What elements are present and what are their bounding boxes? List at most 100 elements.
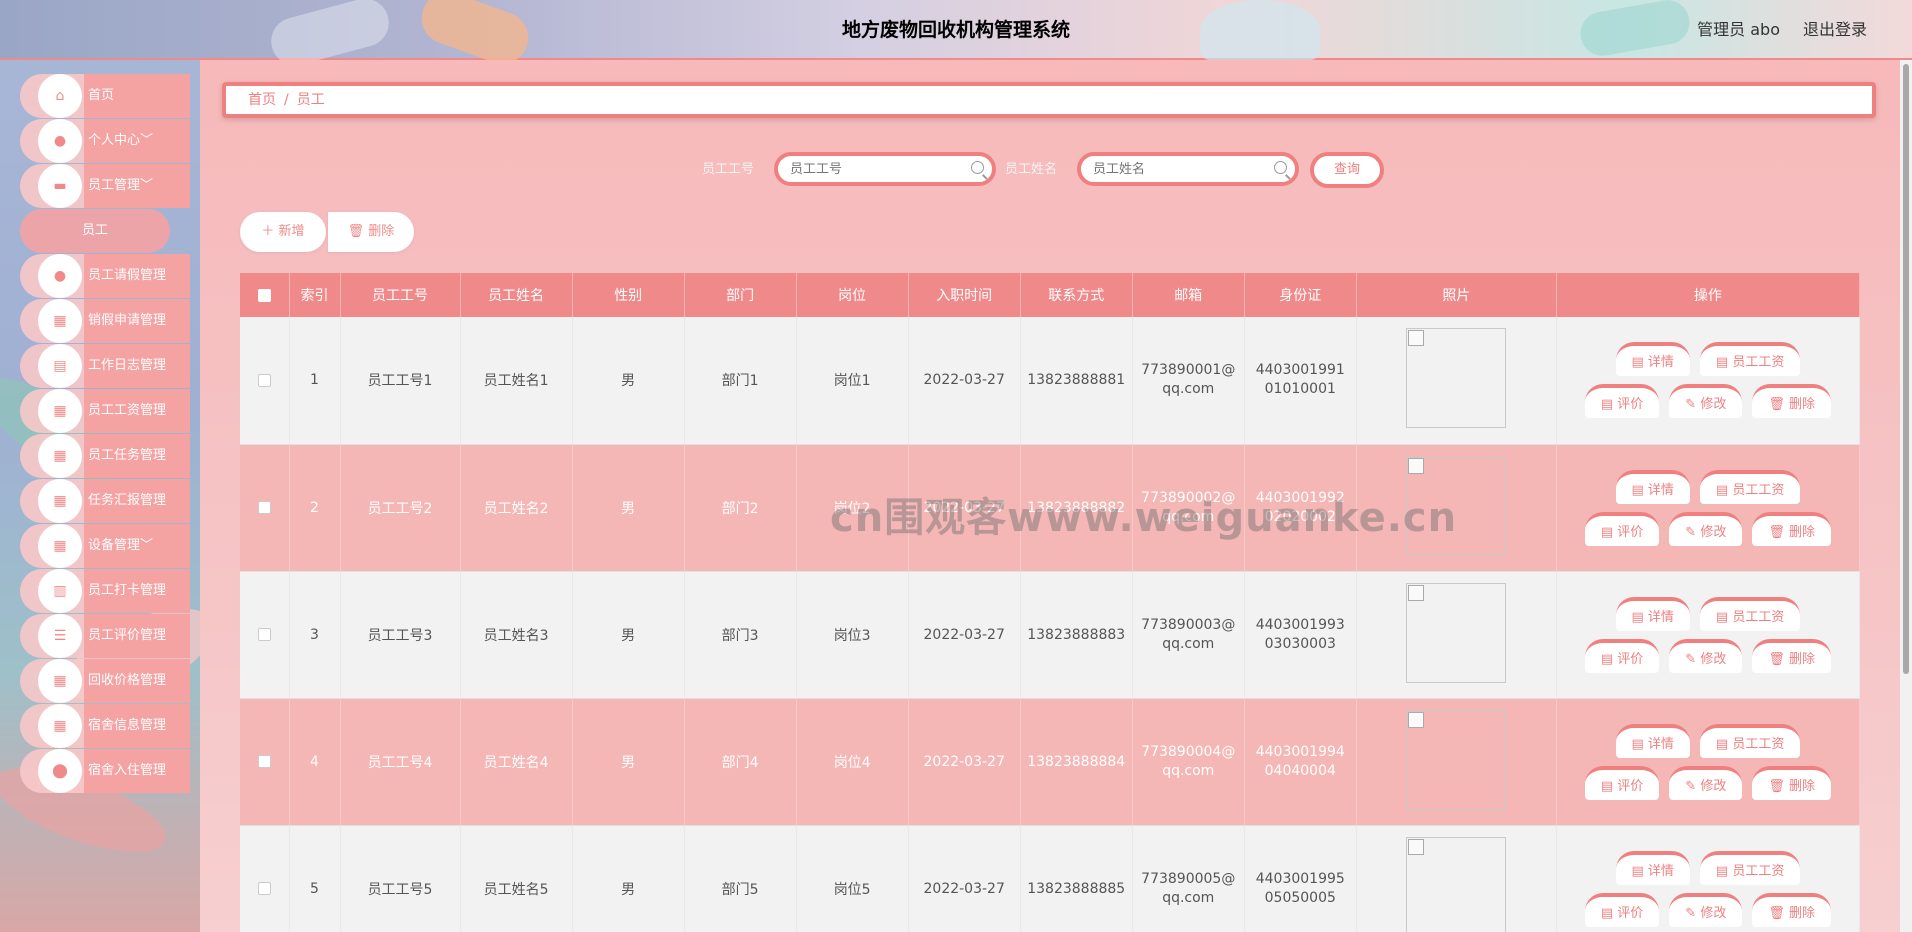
- column-header: 照片: [1356, 273, 1557, 317]
- remove-button[interactable]: 🗑 删除: [1752, 765, 1831, 800]
- salary-button[interactable]: ▤ 员工工资: [1699, 469, 1801, 504]
- select-all-checkbox[interactable]: [257, 288, 271, 302]
- breadcrumb-current: 员工: [296, 92, 325, 108]
- row-select-cell[interactable]: [240, 571, 290, 699]
- detail-button[interactable]: ▤ 详情: [1615, 723, 1690, 758]
- sidebar-item[interactable]: ▦ 销假申请管理: [20, 299, 190, 343]
- row-checkbox[interactable]: [257, 501, 271, 514]
- cell-email: 773890003@qq.com: [1132, 571, 1245, 699]
- table-row[interactable]: 2 员工工号2 员工姓名2 男部门2 岗位2 2022-03-27 13823888882 7…: [240, 444, 1861, 572]
- scrollbar-thumb[interactable]: [1903, 64, 1909, 674]
- add-button[interactable]: ＋ 新增: [240, 212, 326, 252]
- cell-date: 2022-03-27: [908, 317, 1021, 445]
- sidebar-item[interactable]: ⌂ 首页: [20, 74, 190, 118]
- sidebar-item[interactable]: ▦ 回收价格管理: [20, 659, 190, 703]
- detail-button[interactable]: ▤ 详情: [1615, 342, 1690, 377]
- row-checkbox[interactable]: [257, 755, 271, 768]
- sidebar-item[interactable]: ▬ 员工管理﹀: [20, 164, 190, 208]
- row-select-cell[interactable]: [240, 825, 290, 932]
- detail-button[interactable]: ▤ 详情: [1615, 596, 1690, 631]
- sidebar-item[interactable]: ▦ 员工任务管理: [20, 434, 190, 478]
- review-button[interactable]: ▤ 评价: [1584, 765, 1660, 800]
- cell-post: 岗位2: [796, 444, 909, 572]
- sidebar-item[interactable]: ▦ 设备管理﹀: [20, 524, 190, 568]
- table-header-row: 索引 员工工号 员工姓名 性别 部门 岗位 入职时间 联系方式 邮箱 身份证 照片 操作: [240, 273, 1861, 317]
- sidebar-item[interactable]: ▦ 任务汇报管理: [20, 479, 190, 523]
- cell-no: 员工工号5: [340, 825, 461, 932]
- table-row[interactable]: 5 员工工号5 员工姓名5 男部门5 岗位5 2022-03-27 13823888885 7…: [240, 825, 1861, 932]
- select-all-cell[interactable]: [240, 273, 290, 317]
- sidebar-item[interactable]: ● 个人中心﹀: [20, 119, 190, 163]
- column-header: 入职时间: [908, 273, 1021, 317]
- cell-operations: ▤ 详情 ▤ 员工工资 ▤ 评价 ✎ 修改 🗑 删除: [1556, 444, 1861, 572]
- table-row[interactable]: 1 员工工号1 员工姓名1 男部门1 岗位1 2022-03-27 13823888881 7…: [240, 317, 1861, 445]
- edit-button[interactable]: ✎ 修改: [1669, 892, 1743, 927]
- row-checkbox[interactable]: [257, 628, 271, 641]
- review-button[interactable]: ▤ 评价: [1584, 638, 1660, 673]
- sidebar-item[interactable]: ☰ 员工评价管理: [20, 614, 190, 658]
- sidebar-item[interactable]: ▦ 宿舍信息管理: [20, 704, 190, 748]
- cell-photo: [1356, 825, 1557, 932]
- broken-image-icon: [1406, 709, 1507, 810]
- logout-button[interactable]: 退出登录: [1803, 0, 1867, 60]
- table-body: 1 员工工号1 员工姓名1 男部门1 岗位1 2022-03-27 13823888881 7…: [240, 317, 1861, 932]
- sidebar-item[interactable]: 员工: [20, 209, 170, 253]
- edit-button[interactable]: ✎ 修改: [1669, 765, 1743, 800]
- detail-button[interactable]: ▤ 详情: [1615, 850, 1690, 885]
- employee-no-field[interactable]: [774, 152, 996, 186]
- employee-name-input[interactable]: [1093, 156, 1263, 182]
- row-select-cell[interactable]: [240, 317, 290, 445]
- sidebar-item[interactable]: ▤ 工作日志管理: [20, 344, 190, 388]
- row-checkbox[interactable]: [257, 373, 271, 387]
- salary-button[interactable]: ▤ 员工工资: [1699, 723, 1801, 758]
- cell-id: 440300199303030003: [1244, 571, 1357, 699]
- cell-date: 2022-03-27: [908, 444, 1021, 572]
- salary-button[interactable]: ▤ 员工工资: [1699, 850, 1801, 885]
- cell-id: 440300199404040004: [1244, 698, 1357, 826]
- cell-email: 773890004@qq.com: [1132, 698, 1245, 826]
- sidebar-item[interactable]: ▥ 员工打卡管理: [20, 569, 190, 613]
- app-title: 地方废物回收机构管理系统: [841, 19, 1070, 41]
- delete-button[interactable]: 🗑 删除: [328, 212, 414, 252]
- review-button[interactable]: ▤ 评价: [1584, 892, 1660, 927]
- cell-gender: 男: [572, 698, 685, 826]
- home-icon: ⌂: [38, 74, 82, 118]
- salary-button[interactable]: ▤ 员工工资: [1699, 596, 1801, 631]
- row-select-cell[interactable]: [240, 698, 290, 826]
- remove-button[interactable]: 🗑 删除: [1752, 638, 1831, 673]
- sidebar-item[interactable]: ⬤ 宿舍入住管理: [20, 749, 190, 793]
- sidebar-item-label: 设备管理﹀: [84, 524, 190, 568]
- employee-table: 索引 员工工号 员工姓名 性别 部门 岗位 入职时间 联系方式 邮箱 身份证 照片 操作 1 员工工号1…: [240, 273, 1861, 932]
- detail-button[interactable]: ▤ 详情: [1615, 469, 1690, 504]
- review-button[interactable]: ▤ 评价: [1584, 511, 1660, 546]
- remove-button[interactable]: 🗑 删除: [1752, 892, 1831, 927]
- remove-button[interactable]: 🗑 删除: [1752, 511, 1831, 546]
- table-row[interactable]: 3 员工工号3 员工姓名3 男部门3 岗位3 2022-03-27 13823888883 7…: [240, 571, 1861, 699]
- edit-button[interactable]: ✎ 修改: [1669, 638, 1743, 673]
- review-button[interactable]: ▤ 评价: [1584, 384, 1660, 419]
- edit-button[interactable]: ✎ 修改: [1669, 511, 1743, 546]
- row-checkbox[interactable]: [257, 882, 271, 895]
- breadcrumb-home[interactable]: 首页: [248, 92, 276, 108]
- sidebar-item[interactable]: ● 员工请假管理: [20, 254, 190, 298]
- remove-button[interactable]: 🗑 删除: [1752, 384, 1831, 419]
- page-scrollbar[interactable]: [1900, 60, 1912, 932]
- cell-phone: 13823888883: [1020, 571, 1133, 699]
- sidebar-item-label: 员工评价管理: [84, 614, 190, 658]
- cell-dept: 部门4: [684, 698, 797, 826]
- sidebar-item-label: 员工: [81, 223, 108, 238]
- cell-name: 员工姓名3: [460, 571, 573, 699]
- employee-no-input[interactable]: [790, 156, 960, 182]
- sidebar-item[interactable]: ▦ 员工工资管理: [20, 389, 190, 433]
- cell-idx: 1: [289, 317, 341, 445]
- table-row[interactable]: 4 员工工号4 员工姓名4 男部门4 岗位4 2022-03-27 13823888884 7…: [240, 698, 1861, 826]
- row-select-cell[interactable]: [240, 444, 290, 572]
- employee-name-field[interactable]: [1077, 152, 1299, 186]
- salary-button[interactable]: ▤ 员工工资: [1699, 342, 1801, 377]
- cell-email: 773890001@qq.com: [1132, 317, 1245, 445]
- edit-button[interactable]: ✎ 修改: [1669, 384, 1743, 419]
- top-bar: 地方废物回收机构管理系统 管理员 abo 退出登录: [0, 0, 1912, 72]
- query-button[interactable]: 查询: [1310, 152, 1384, 188]
- column-header: 身份证: [1244, 273, 1357, 317]
- grid-icon: ▦: [38, 704, 82, 748]
